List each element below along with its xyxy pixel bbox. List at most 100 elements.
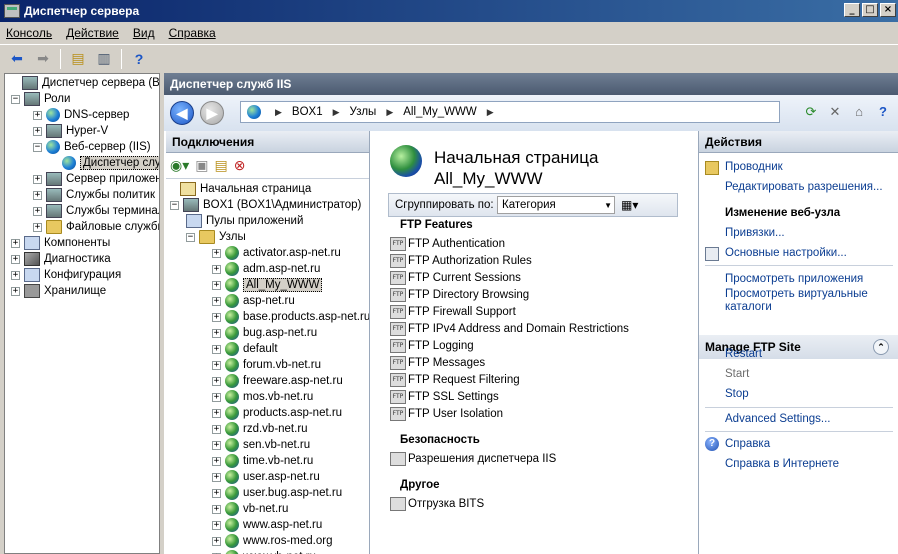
folder-up-icon[interactable]: ▤ [67,48,89,70]
menu-console[interactable]: Консоль [6,26,52,40]
expand-icon[interactable]: + [212,488,221,498]
site-node[interactable]: + rzd.vb-net.ru [212,421,308,437]
site-node[interactable]: + time.vb-net.ru [212,453,313,469]
site-node[interactable]: + bug.asp-net.ru [212,325,317,341]
expand-icon[interactable]: + [212,424,221,434]
close-button[interactable]: × [880,3,896,17]
show-hide-console-tree-icon[interactable]: ▥ [93,48,115,70]
expand-icon[interactable]: + [212,296,221,306]
console-tree-item[interactable]: + Файловые службы [33,219,159,235]
expand-icon[interactable]: + [212,360,221,370]
console-tree-item[interactable]: + DNS-сервер [33,107,129,123]
site-node[interactable]: + www.ros-med.org [212,533,332,549]
menu-action[interactable]: Действие [66,26,119,40]
connect-icon[interactable]: ◉▾ [170,157,189,174]
site-node[interactable]: + All_My_WWW [212,277,323,293]
help-icon[interactable]: ? [128,48,150,70]
site-node[interactable]: + freeware.asp-net.ru [212,373,343,389]
site-node[interactable]: + adm.asp-net.ru [212,261,320,277]
site-node[interactable]: + products.asp-net.ru [212,405,342,421]
expand-icon[interactable]: + [33,126,42,136]
feature-item[interactable]: FTP FTP Current Sessions [390,269,521,286]
connection-node[interactable]: Пулы приложений [186,213,303,229]
site-node[interactable]: + sen.vb-net.ru [212,437,310,453]
expand-icon[interactable]: + [33,110,42,120]
site-node[interactable]: + mos.vb-net.ru [212,389,313,405]
action-help[interactable]: Справка [725,438,770,450]
collapse-icon[interactable]: − [170,200,179,210]
site-node[interactable]: + base.products.asp-net.ru [212,309,369,325]
expand-icon[interactable]: + [212,520,221,530]
breadcrumb-separator-icon[interactable]: ▶ [333,107,340,118]
expand-icon[interactable]: + [212,376,221,386]
site-node[interactable]: + asp-net.ru [212,293,295,309]
action-view-virtual-dirs[interactable]: Просмотреть виртуальные [725,288,868,300]
breadcrumb-site[interactable]: All_My_WWW [403,106,476,118]
site-node[interactable]: + vb-net.ru [212,501,288,517]
menu-help[interactable]: Справка [169,26,216,40]
menu-view[interactable]: Вид [133,26,155,40]
collapse-icon[interactable]: ⌃ [873,339,889,355]
console-tree-item[interactable]: + Конфигурация [11,267,121,283]
console-tree-item[interactable]: + Диагностика [11,251,111,267]
refresh-icon[interactable]: ⟳ [802,103,820,121]
expand-icon[interactable]: + [212,536,221,546]
nav-back-button[interactable]: ◀ [170,101,194,125]
nav-forward-button[interactable]: ▶ [200,101,224,125]
expand-icon[interactable]: + [212,248,221,258]
breadcrumb-separator-icon[interactable]: ▶ [386,107,393,118]
maximize-button[interactable]: □ [862,3,878,17]
expand-icon[interactable]: + [212,344,221,354]
console-tree-item[interactable]: + Службы терминал [33,203,159,219]
site-node[interactable]: + www.asp-net.ru [212,517,322,533]
expand-icon[interactable]: + [212,312,221,322]
site-node[interactable]: + forum.vb-net.ru [212,357,321,373]
feature-item[interactable]: FTP FTP Messages [390,354,485,371]
help-icon[interactable]: ? [874,103,892,121]
feature-item[interactable]: FTP FTP Request Filtering [390,371,520,388]
feature-item[interactable]: FTP FTP IPv4 Address and Domain Restricti… [390,320,629,337]
expand-icon[interactable]: + [33,222,42,232]
expand-icon[interactable]: + [212,392,221,402]
console-tree-item[interactable]: + Сервер приложен [33,171,159,187]
feature-item[interactable]: FTP FTP User Isolation [390,405,503,422]
breadcrumb-separator-icon[interactable]: ▶ [487,107,494,118]
expand-icon[interactable]: + [212,264,221,274]
action-view-virtual-dirs-line2[interactable]: каталоги [725,301,772,313]
expand-icon[interactable]: + [212,328,221,338]
action-advanced-settings[interactable]: Advanced Settings... [725,413,830,425]
feature-item[interactable]: FTP FTP Authentication [390,235,505,252]
collapse-icon[interactable]: − [33,142,42,152]
console-tree-item[interactable]: + Хранилище [11,283,106,299]
console-tree-item[interactable]: + Hyper-V [33,123,108,139]
breadcrumb-box1[interactable]: BOX1 [292,106,323,118]
console-tree-item[interactable]: + Службы политик [33,187,155,203]
feature-item[interactable]: FTP FTP Logging [390,337,474,354]
action-restart[interactable]: Restart [725,348,762,360]
expand-icon[interactable]: + [212,440,221,450]
expand-icon[interactable]: + [33,174,42,184]
action-online-help[interactable]: Справка в Интернете [725,458,839,470]
expand-icon[interactable]: + [11,238,20,248]
connection-node[interactable]: Начальная страница [180,181,311,197]
feature-item[interactable]: FTP FTP Authorization Rules [390,252,532,269]
action-stop[interactable]: Stop [725,388,749,400]
connection-node[interactable]: − BOX1 (BOX1\Администратор) [170,197,361,213]
action-edit-permissions[interactable]: Редактировать разрешения... [725,181,883,193]
expand-icon[interactable]: + [212,504,221,514]
console-tree-item[interactable]: − Роли [11,91,70,107]
feature-item[interactable]: Разрешения диспетчера IIS [390,450,556,467]
breadcrumb-separator-icon[interactable]: ▶ [275,107,282,118]
breadcrumb-sites[interactable]: Узлы [350,106,377,118]
action-explore[interactable]: Проводник [725,161,783,173]
expand-icon[interactable]: + [11,270,20,280]
site-node[interactable]: + user.bug.asp-net.ru [212,485,342,501]
expand-icon[interactable]: + [212,408,221,418]
feature-item[interactable]: FTP FTP SSL Settings [390,388,499,405]
feature-item[interactable]: FTP FTP Firewall Support [390,303,516,320]
expand-icon[interactable]: + [212,280,221,290]
console-tree-item[interactable]: + Компоненты [11,235,110,251]
group-by-select[interactable]: Категория ▼ [497,196,615,214]
collapse-icon[interactable]: − [11,94,20,104]
collapse-icon[interactable]: − [186,232,195,242]
